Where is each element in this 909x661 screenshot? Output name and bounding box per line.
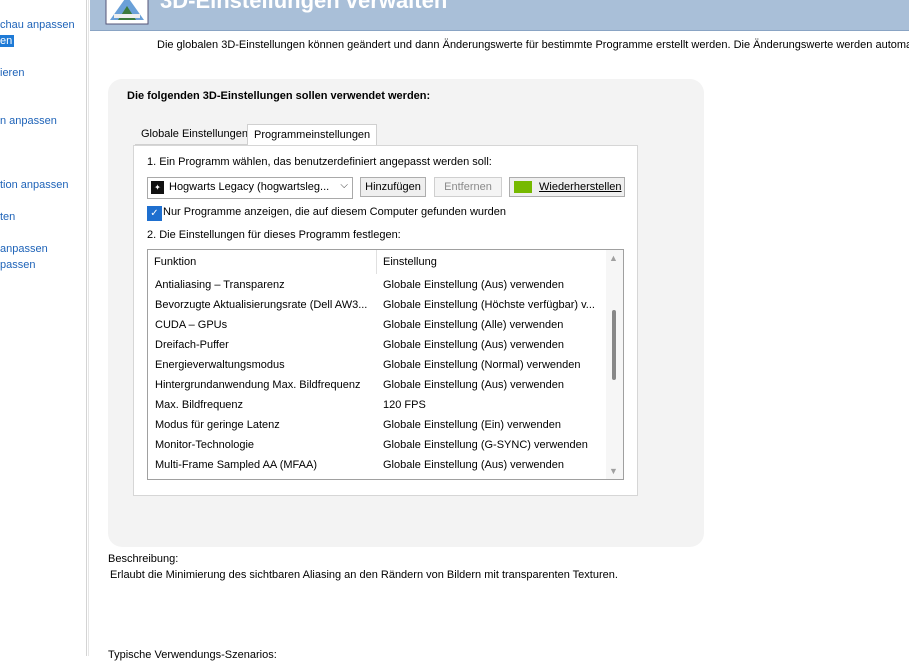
table-row[interactable]: Multi-Frame Sampled AA (MFAA) Globale Ein… [148,455,606,475]
program-select-value: Hogwarts Legacy (hogwartsleg... [169,181,330,193]
game-icon: ✦ [151,181,164,194]
setting-cell[interactable]: Globale Einstellung (Aus) verwenden [383,335,599,355]
setting-cell[interactable]: Globale Einstellung (Normal) verwenden [383,355,599,375]
scroll-thumb[interactable] [612,310,616,380]
restore-button-label: Wiederherstellen [539,181,622,193]
table-row[interactable]: Max. Bildfrequenz 120 FPS [148,395,606,415]
page-title: 3D-Einstellungen verwalten [160,0,448,13]
scroll-up-icon[interactable]: ▲ [609,253,618,263]
nav-item[interactable]: ten [0,211,15,223]
table-row[interactable]: Modus für geringe Latenz Globale Einstell… [148,415,606,435]
feature-cell: Monitor-Technologie [155,439,255,451]
restore-button[interactable]: Wiederherstellen [509,177,625,197]
3d-settings-icon [105,0,149,25]
program-settings-tabpanel: 1. Ein Programm wählen, das benutzerdefi… [133,145,638,496]
program-select[interactable]: ✦ Hogwarts Legacy (hogwartsleg... ⌵ [147,177,353,199]
setting-cell[interactable]: Globale Einstellung (Aus) verwenden [383,455,599,475]
setting-cell[interactable]: Globale Einstellung (G-SYNC) verwenden [383,435,599,455]
settings-panel: Die folgenden 3D-Einstellungen sollen ve… [108,79,704,547]
setting-cell[interactable]: Globale Einstellung (Ein) verwenden [383,415,599,435]
setting-cell[interactable]: Globale Einstellung (Aus) verwenden [383,375,599,395]
table-row[interactable]: CUDA – GPUs Globale Einstellung (Alle) ve… [148,315,606,335]
tab-global-settings[interactable]: Globale Einstellungen [135,124,255,145]
feature-cell: Modus für geringe Latenz [155,419,280,431]
remove-button[interactable]: Entfernen [434,177,502,197]
add-button[interactable]: Hinzufügen [360,177,426,197]
chevron-down-icon: ⌵ [340,180,348,191]
setting-cell[interactable]: Globale Einstellung (Aus) verwenden [383,275,599,295]
step1-label: 1. Ein Programm wählen, das benutzerdefi… [147,156,492,168]
intro-text: Die globalen 3D-Einstellungen können geä… [157,39,909,51]
nav-item-selected[interactable]: en [0,35,15,47]
show-found-programs-checkbox[interactable]: ✓ [147,206,162,221]
page-header: 3D-Einstellungen verwalten [90,0,909,31]
setting-cell[interactable]: Globale Einstellung (Höchste verfügbar) … [383,295,599,315]
panel-title: Die folgenden 3D-Einstellungen sollen ve… [127,90,431,102]
nav-item[interactable]: passen [0,259,35,271]
table-row[interactable]: Antialiasing – Transparenz Globale Einste… [148,275,606,295]
nav-item[interactable]: n anpassen [0,115,57,127]
table-row[interactable]: Bevorzugte Aktualisierungsrate (Dell AW3… [148,295,606,315]
nav-item[interactable]: anpassen [0,243,48,255]
table-row[interactable]: Monitor-Technologie Globale Einstellung (… [148,435,606,455]
feature-cell: Bevorzugte Aktualisierungsrate (Dell AW3… [155,299,368,311]
feature-cell: CUDA – GPUs [155,319,228,331]
table-row[interactable]: Energieverwaltungsmodus Globale Einstellu… [148,355,606,375]
description-heading: Beschreibung: [108,553,179,565]
divider [88,0,89,656]
feature-cell: Antialiasing – Transparenz [155,279,285,291]
feature-cell: Hintergrundanwendung Max. Bildfrequenz [155,379,361,391]
nvidia-icon [514,181,532,193]
feature-cell: Max. Bildfrequenz [155,399,244,411]
scroll-down-icon[interactable]: ▼ [609,466,618,476]
description-text: Erlaubt die Minimierung des sichtbaren A… [110,569,618,581]
feature-cell: Multi-Frame Sampled AA (MFAA) [155,459,317,471]
typical-usage-heading: Typische Verwendungs-Szenarios: [108,649,277,661]
settings-table: Funktion Einstellung Antialiasing – Tran… [147,249,624,480]
feature-cell: Dreifach-Puffer [155,339,229,351]
nav-item[interactable]: tion anpassen [0,179,69,191]
left-navigation: chau anpassen en ieren n anpassen tion a… [0,0,87,656]
show-found-programs-label[interactable]: Nur Programme anzeigen, die auf diesem C… [163,206,506,218]
setting-cell[interactable]: 120 FPS [383,395,599,415]
step2-label: 2. Die Einstellungen für dieses Programm… [147,229,401,241]
table-row[interactable]: Dreifach-Puffer Globale Einstellung (Aus)… [148,335,606,355]
feature-cell: Energieverwaltungsmodus [155,359,285,371]
column-header-setting[interactable]: Einstellung [377,250,605,274]
column-header-feature[interactable]: Funktion [148,250,377,274]
table-row[interactable]: Hintergrundanwendung Max. Bildfrequenz Gl… [148,375,606,395]
vertical-scrollbar[interactable]: ▲ ▼ [606,250,623,479]
setting-cell[interactable]: Globale Einstellung (Alle) verwenden [383,315,599,335]
nav-item[interactable]: chau anpassen [0,19,75,31]
nav-item[interactable]: ieren [0,67,24,79]
tab-program-settings[interactable]: Programmeinstellungen [247,124,378,146]
